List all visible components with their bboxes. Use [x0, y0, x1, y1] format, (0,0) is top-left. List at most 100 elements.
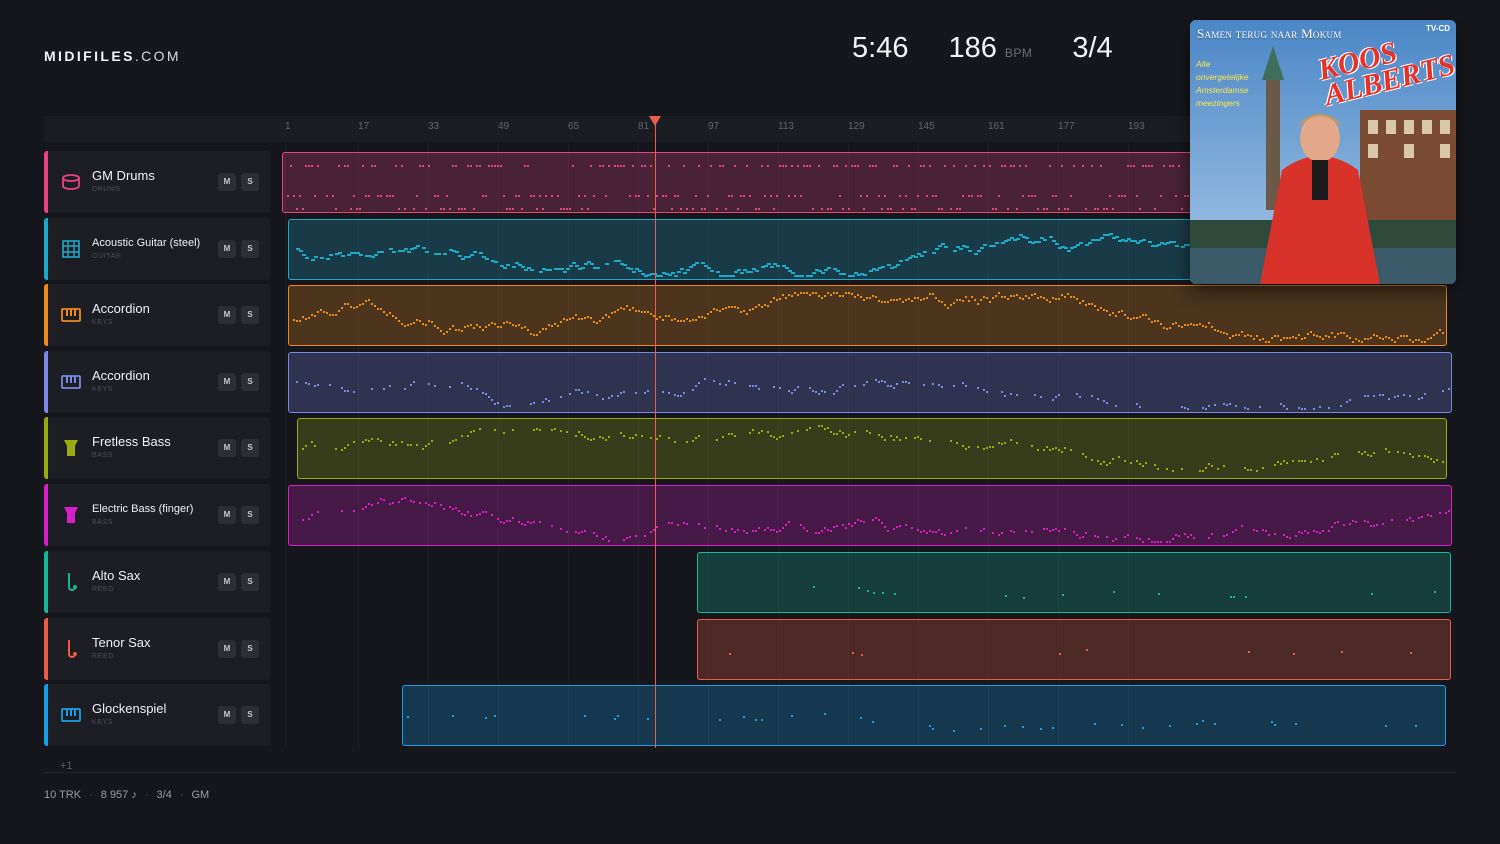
drum-icon: [60, 171, 82, 193]
solo-button[interactable]: S: [241, 706, 259, 724]
track-name: Electric Bass (finger): [92, 503, 194, 515]
track-name: Tenor Sax: [92, 635, 151, 650]
solo-button[interactable]: S: [241, 306, 259, 324]
note-pattern: [296, 378, 1450, 410]
track-header[interactable]: Acoustic Guitar (steel) GUITAR M S: [44, 218, 270, 280]
guitar-icon: [60, 238, 82, 260]
footer-time-signature: 3/4: [156, 789, 172, 801]
solo-button[interactable]: S: [241, 573, 259, 591]
solo-button[interactable]: S: [241, 373, 259, 391]
duration-display: 5:46: [852, 32, 909, 64]
track-region[interactable]: [697, 552, 1451, 613]
track-color-bar: [44, 618, 48, 680]
ruler-tick-65: 65: [568, 121, 580, 132]
track-color-bar: [44, 284, 48, 346]
track-category: BASS: [92, 519, 114, 526]
track-count: 10 TRK: [44, 789, 82, 801]
track-header[interactable]: Fretless Bass BASS M S: [44, 417, 270, 479]
track-name: Accordion: [92, 368, 150, 383]
track-region[interactable]: [297, 418, 1447, 479]
track-region[interactable]: [402, 685, 1446, 746]
track-header[interactable]: Accordion KEYS M S: [44, 351, 270, 413]
ruler-tick-161: 161: [988, 121, 1005, 132]
footer-divider: [44, 772, 1456, 773]
track-category: GUITAR: [92, 253, 122, 260]
playhead-handle[interactable]: [649, 116, 661, 126]
bass-icon: [60, 504, 82, 526]
mute-button[interactable]: M: [218, 373, 236, 391]
ruler-tick-33: 33: [428, 121, 440, 132]
solo-button[interactable]: S: [241, 439, 259, 457]
track-category: KEYS: [92, 319, 114, 326]
bass-icon: [60, 437, 82, 459]
note-pattern: [729, 649, 1412, 656]
track-name: Fretless Bass: [92, 434, 171, 449]
note-count: 8 957 ♪: [100, 789, 137, 801]
track-category: REED: [92, 586, 114, 593]
ruler-tick-1: 1: [285, 121, 291, 132]
playhead[interactable]: [655, 122, 656, 748]
midi-standard: GM: [191, 789, 210, 801]
ruler-tick-177: 177: [1058, 121, 1075, 132]
track-name: GM Drums: [92, 168, 155, 183]
mute-button[interactable]: M: [218, 706, 236, 724]
track-color-bar: [44, 484, 48, 546]
more-tracks-indicator[interactable]: +1: [60, 760, 73, 772]
keys-icon: [60, 704, 82, 726]
note-pattern: [813, 586, 1436, 599]
track-header[interactable]: Tenor Sax REED M S: [44, 618, 270, 680]
keys-icon: [60, 371, 82, 393]
track-category: REED: [92, 653, 114, 660]
sax-icon: [60, 571, 82, 593]
mute-button[interactable]: M: [218, 306, 236, 324]
ruler-tick-129: 129: [848, 121, 865, 132]
note-pattern: [302, 497, 1450, 543]
ruler-tick-113: 113: [778, 121, 794, 132]
solo-button[interactable]: S: [241, 173, 259, 191]
track-header[interactable]: Glockenspiel KEYS M S: [44, 684, 270, 746]
track-region[interactable]: [697, 619, 1451, 680]
ruler-tick-81: 81: [638, 121, 650, 132]
mute-button[interactable]: M: [218, 439, 236, 457]
track-header[interactable]: Accordion KEYS M S: [44, 284, 270, 346]
song-stats: 5:46 186 BPM 3/4: [852, 32, 1113, 65]
mute-button[interactable]: M: [218, 573, 236, 591]
tempo-display: 186 BPM: [948, 32, 1032, 65]
ruler-tick-49: 49: [498, 121, 510, 132]
solo-button[interactable]: S: [241, 506, 259, 524]
track-name: Glockenspiel: [92, 701, 167, 716]
site-logo[interactable]: MIDIFILES.COM: [44, 48, 181, 64]
time-signature-display: 3/4: [1072, 32, 1113, 64]
ruler-tick-145: 145: [918, 121, 935, 132]
ruler-tick-97: 97: [708, 121, 720, 132]
ruler-tick-193: 193: [1128, 121, 1145, 132]
track-header[interactable]: Alto Sax REED M S: [44, 551, 270, 613]
track-region[interactable]: [288, 485, 1452, 546]
track-category: BASS: [92, 452, 114, 459]
track-category: KEYS: [92, 386, 114, 393]
track-color-bar: [44, 684, 48, 746]
solo-button[interactable]: S: [241, 240, 259, 258]
track-region[interactable]: [288, 285, 1447, 346]
track-color-bar: [44, 218, 48, 280]
track-header[interactable]: Electric Bass (finger) BASS M S: [44, 484, 270, 546]
mute-button[interactable]: M: [218, 173, 236, 191]
track-color-bar: [44, 351, 48, 413]
album-title: Samen terug naar Mokum: [1197, 26, 1342, 41]
track-category: DRUMS: [92, 186, 121, 193]
album-tagline: Alle onvergetelijke Amsterdamse meezinge…: [1196, 59, 1249, 108]
mute-button[interactable]: M: [218, 240, 236, 258]
track-name: Acoustic Guitar (steel): [92, 237, 201, 249]
keys-icon: [60, 304, 82, 326]
note-pattern: [407, 713, 1417, 732]
mute-button[interactable]: M: [218, 640, 236, 658]
track-region[interactable]: [288, 352, 1452, 413]
track-header[interactable]: GM Drums DRUMS M S: [44, 151, 270, 213]
mute-button[interactable]: M: [218, 506, 236, 524]
track-color-bar: [44, 151, 48, 213]
tempo-value: 186: [948, 32, 997, 64]
track-color-bar: [44, 551, 48, 613]
track-category: KEYS: [92, 719, 114, 726]
solo-button[interactable]: S: [241, 640, 259, 658]
note-pattern: [302, 425, 1444, 472]
